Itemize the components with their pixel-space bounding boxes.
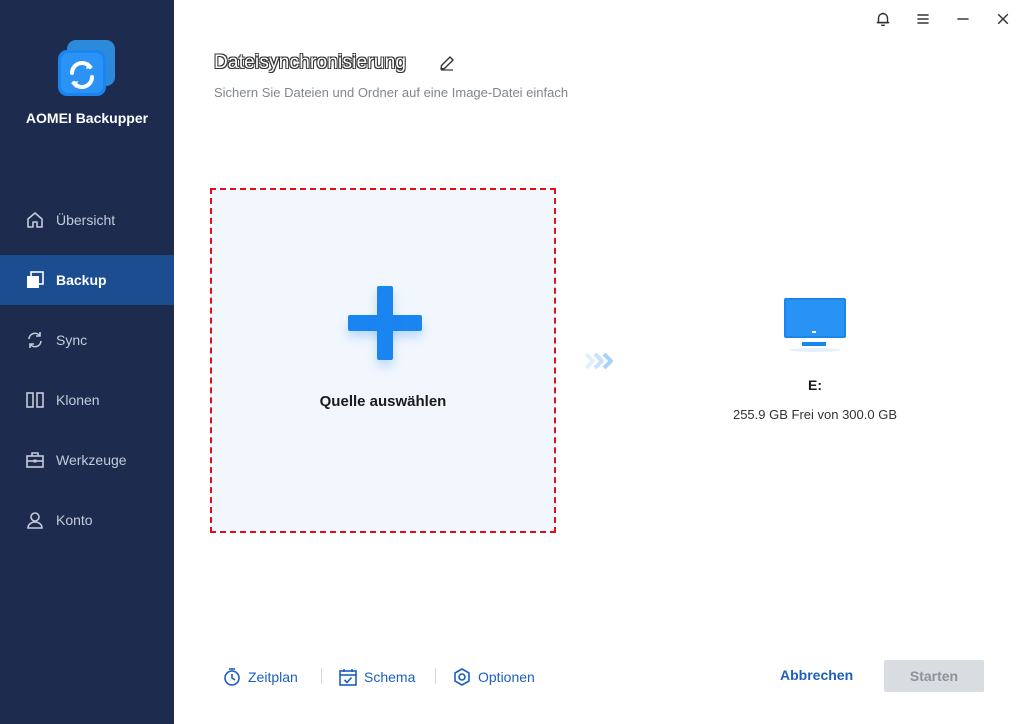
divider (435, 668, 436, 684)
menu-icon[interactable] (913, 9, 933, 29)
plus-icon (348, 286, 422, 360)
source-select-box[interactable]: Quelle auswählen (210, 188, 556, 533)
options-button[interactable]: Optionen (452, 665, 535, 689)
minimize-icon[interactable] (953, 9, 973, 29)
sidebar-item-label: Übersicht (56, 212, 116, 228)
sidebar-item-label: Klonen (56, 392, 100, 408)
backup-icon (24, 269, 46, 291)
page-title: Dateisynchronisierung (214, 52, 407, 73)
edit-icon[interactable] (438, 54, 456, 72)
cancel-button[interactable]: Abbrechen (780, 667, 853, 683)
destination-free-space: 255.9 GB Frei von 300.0 GB (732, 407, 898, 422)
sidebar-item-label: Werkzeuge (56, 452, 127, 468)
options-label: Optionen (478, 669, 535, 685)
settings-icon (454, 668, 470, 686)
calendar-check-icon (339, 669, 357, 686)
app-name: AOMEI Backupper (25, 110, 149, 126)
destination-drive: E: (808, 377, 822, 393)
page-subtitle: Sichern Sie Dateien und Ordner auf eine … (214, 85, 569, 100)
clone-icon (24, 389, 46, 411)
scheme-label: Schema (364, 669, 416, 685)
sidebar-item-label: Backup (56, 272, 107, 288)
sidebar-item-label: Sync (56, 332, 88, 348)
user-icon (24, 509, 46, 531)
sidebar-item-label: Konto (56, 512, 93, 528)
sidebar-item-tools[interactable]: Werkzeuge (0, 435, 174, 485)
schedule-button[interactable]: Zeitplan (222, 665, 298, 689)
sidebar-item-sync[interactable]: Sync (0, 315, 174, 365)
sidebar-item-account[interactable]: Konto (0, 495, 174, 545)
divider (321, 668, 322, 684)
close-icon[interactable] (993, 9, 1013, 29)
sidebar-item-backup[interactable]: Backup (0, 255, 174, 305)
schedule-label: Zeitplan (248, 669, 298, 685)
sidebar-item-clone[interactable]: Klonen (0, 375, 174, 425)
destination-monitor-icon[interactable] (778, 296, 850, 354)
toolbox-icon (24, 449, 46, 471)
sidebar: AOMEI Backupper Übersicht Backup Sync Kl… (0, 0, 174, 724)
bell-icon[interactable] (873, 9, 893, 29)
arrow-right-icon (584, 350, 616, 372)
start-button[interactable]: Starten (884, 660, 984, 692)
scheme-button[interactable]: Schema (338, 665, 415, 689)
home-icon (24, 209, 46, 231)
clock-icon (224, 668, 240, 686)
app-logo-icon (58, 40, 116, 96)
sync-icon (24, 329, 46, 351)
sidebar-item-overview[interactable]: Übersicht (0, 195, 174, 245)
source-label: Quelle auswählen (319, 393, 447, 410)
